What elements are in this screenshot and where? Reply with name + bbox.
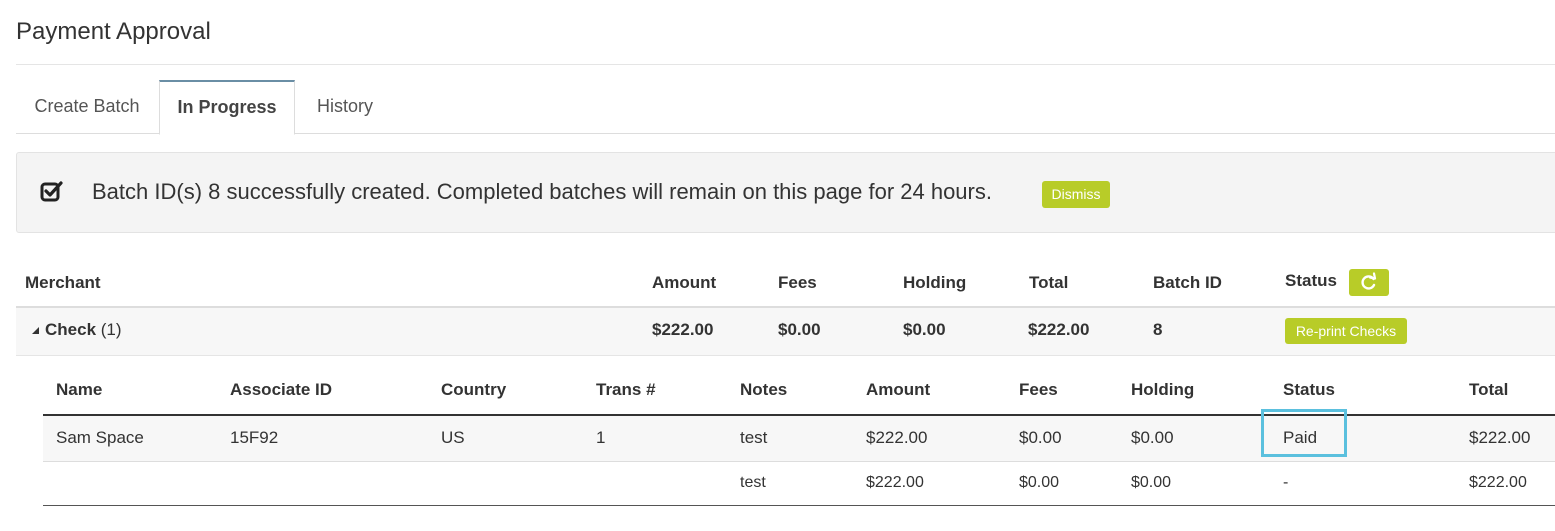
tab-create-batch[interactable]: Create Batch <box>16 80 158 133</box>
batch-amount: $222.00 <box>652 320 714 339</box>
header-total: Total <box>1029 273 1069 292</box>
header-holding: Holding <box>903 273 967 292</box>
detail-header-trans: Trans # <box>596 380 656 399</box>
alert-message: Batch ID(s) 8 successfully created. Comp… <box>92 179 992 204</box>
detail-header-holding: Holding <box>1131 380 1195 399</box>
cell-status: - <box>1283 474 1289 491</box>
tab-history[interactable]: History <box>298 80 392 133</box>
tab-in-progress[interactable]: In Progress <box>159 80 295 135</box>
dismiss-button[interactable]: Dismiss <box>1042 181 1110 208</box>
cell-associate-id: 15F92 <box>230 428 279 447</box>
batch-merchant: Check (1) <box>45 320 122 340</box>
batch-id-value: 8 <box>1153 320 1163 339</box>
tab-bar: Create Batch In Progress History <box>16 80 1555 135</box>
table-row <box>43 462 1555 506</box>
cell-notes: test <box>740 428 768 447</box>
batch-merchant-count: (1) <box>100 320 122 339</box>
header-amount: Amount <box>652 273 717 292</box>
refresh-icon <box>1349 272 1389 299</box>
batch-holding: $0.00 <box>903 320 946 339</box>
cell-fees: $0.00 <box>1019 428 1062 447</box>
cell-fees: $0.00 <box>1019 474 1060 491</box>
cell-holding: $0.00 <box>1131 474 1172 491</box>
page-title: Payment Approval <box>16 18 211 45</box>
header-status: Status <box>1285 271 1337 290</box>
detail-header-associate-id: Associate ID <box>230 380 333 399</box>
title-divider <box>16 64 1555 65</box>
batch-total: $222.00 <box>1028 320 1090 339</box>
cell-amount: $222.00 <box>866 428 928 447</box>
header-batch-id: Batch ID <box>1153 273 1222 292</box>
detail-header-amount: Amount <box>866 380 931 399</box>
batch-fees: $0.00 <box>778 320 821 339</box>
cell-total: $222.00 <box>1469 474 1527 491</box>
detail-header-country: Country <box>441 380 507 399</box>
batch-merchant-name: Check <box>45 320 97 339</box>
detail-header-total: Total <box>1469 380 1509 399</box>
cell-country: US <box>441 428 465 447</box>
cell-notes: test <box>740 474 766 491</box>
cell-amount: $222.00 <box>866 474 924 491</box>
cell-name: Sam Space <box>56 428 144 447</box>
detail-header-name: Name <box>56 380 103 399</box>
detail-header-notes: Notes <box>740 380 788 399</box>
reprint-checks-button[interactable]: Re-print Checks <box>1285 318 1407 344</box>
status-highlight <box>1261 409 1347 457</box>
cell-total: $222.00 <box>1469 428 1531 447</box>
checkbox-checked-icon <box>39 179 65 205</box>
refresh-button[interactable] <box>1349 269 1389 296</box>
cell-holding: $0.00 <box>1131 428 1174 447</box>
header-fees: Fees <box>778 273 817 292</box>
cell-trans: 1 <box>596 428 606 447</box>
header-merchant: Merchant <box>25 273 101 292</box>
detail-header-fees: Fees <box>1019 380 1058 399</box>
success-alert: Batch ID(s) 8 successfully created. Comp… <box>16 152 1555 233</box>
caret-down-icon[interactable] <box>31 322 40 340</box>
detail-header-status: Status <box>1283 380 1335 399</box>
